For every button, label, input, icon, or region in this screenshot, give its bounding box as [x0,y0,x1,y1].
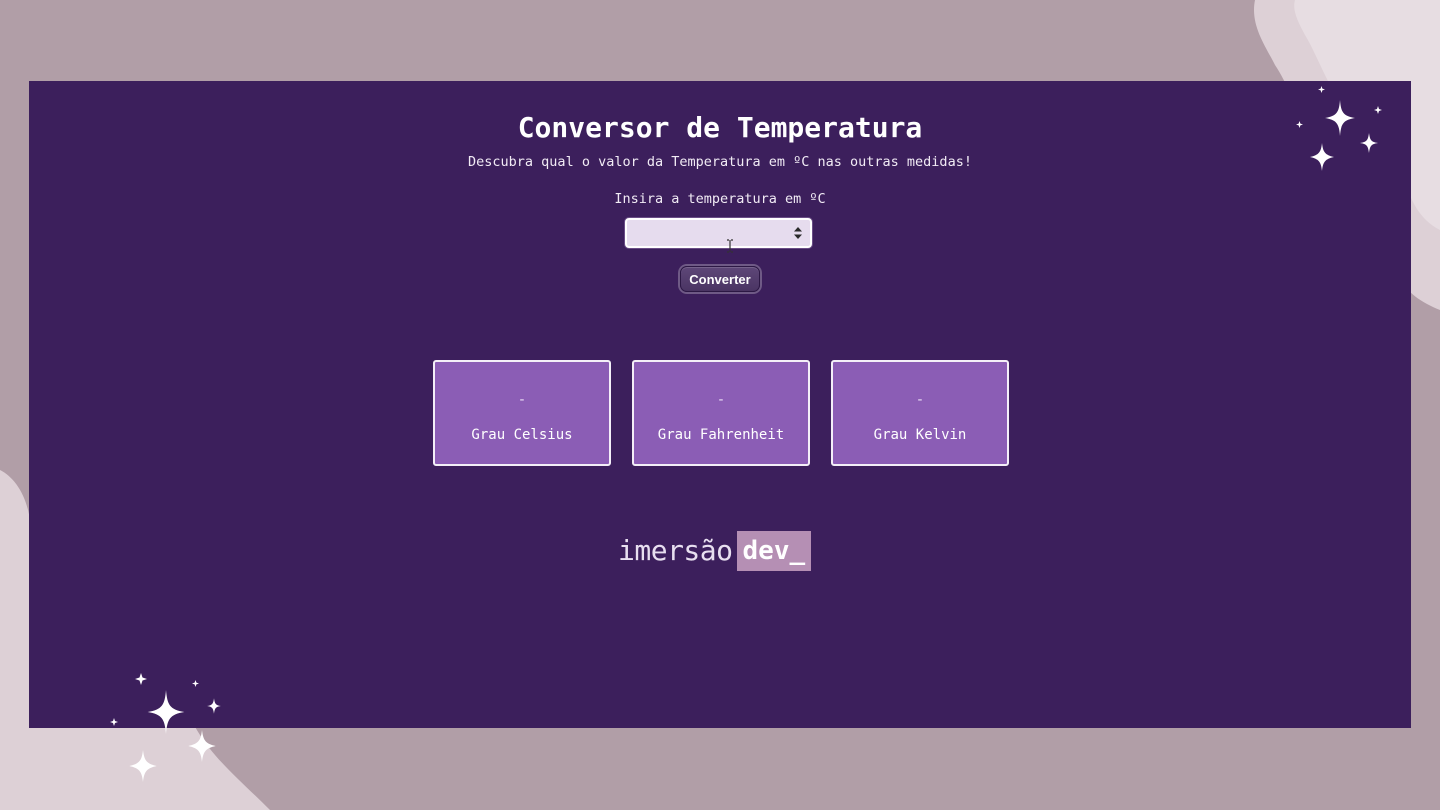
page-title: Conversor de Temperatura [517,111,923,144]
sparkle-icon [1318,86,1325,93]
celsius-label: Grau Celsius [471,427,573,443]
imersao-dev-logo: imersão dev_ [618,531,812,571]
sparkle-icon [1325,100,1355,136]
kelvin-value: - [915,392,925,408]
result-card-celsius: - Grau Celsius [433,360,611,466]
result-card-kelvin: - Grau Kelvin [831,360,1009,466]
sparkle-icon [1310,143,1334,171]
sparkle-icon [188,730,216,762]
sparkle-icon [129,750,157,782]
fahrenheit-label: Grau Fahrenheit [657,427,785,443]
page-subtitle: Descubra qual o valor da Temperatura em … [468,154,972,170]
convert-button[interactable]: Converter [680,266,760,292]
sparkle-icon [1296,121,1303,128]
text-cursor-icon [727,239,733,253]
result-card-fahrenheit: - Grau Fahrenheit [632,360,810,466]
sparkle-icon [1360,133,1378,153]
temperature-input[interactable] [627,220,810,246]
sparkle-icon [207,698,221,714]
sparkle-icon [1374,106,1382,114]
fahrenheit-value: - [716,392,726,408]
sparkle-icon [192,680,199,687]
spinner-icon[interactable] [792,226,804,240]
logo-badge: dev_ [736,531,812,571]
sparkle-icon [147,690,185,734]
main-panel: Conversor de Temperatura Descubra qual o… [29,81,1411,728]
temperature-input-label: Insira a temperatura em ºC [614,191,826,207]
celsius-value: - [517,392,527,408]
temperature-input-container [625,218,812,248]
kelvin-label: Grau Kelvin [873,427,967,443]
sparkle-icon [135,673,147,685]
sparkle-icon [110,718,118,726]
logo-text: imersão [618,534,733,567]
